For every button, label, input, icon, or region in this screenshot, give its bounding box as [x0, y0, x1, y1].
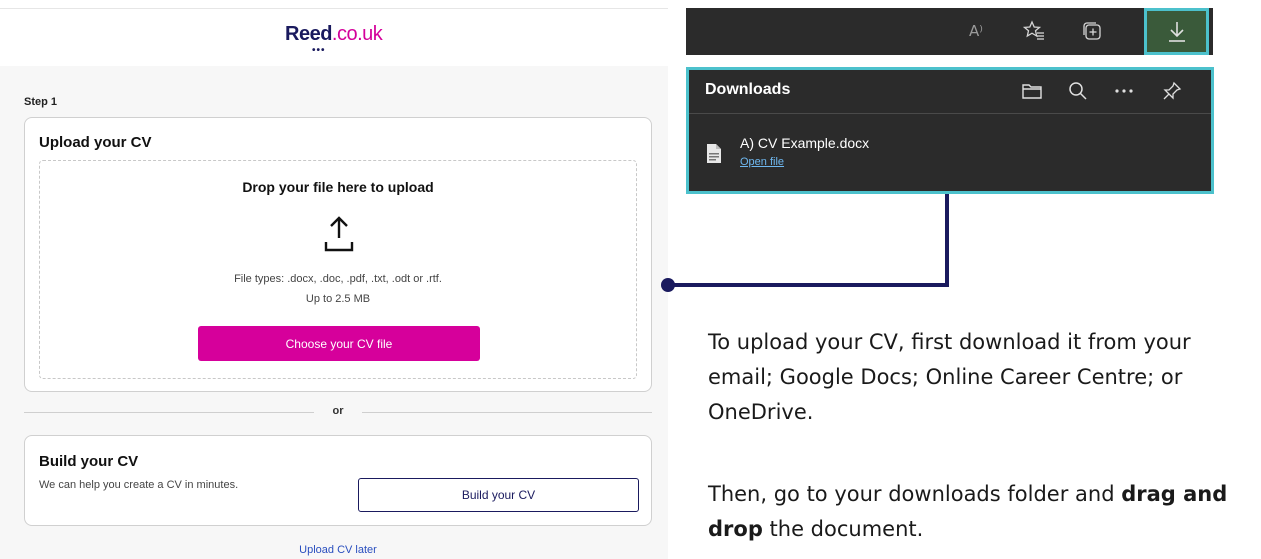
- downloads-icon[interactable]: [1144, 8, 1209, 55]
- instruction-drag-drop: Then, go to your downloads folder and dr…: [708, 482, 1228, 541]
- build-cv-title: Build your CV: [39, 453, 139, 470]
- connector-dot: [661, 278, 675, 292]
- or-label: or: [332, 405, 344, 417]
- divider-line: [362, 412, 652, 413]
- build-cv-card: Build your CV We can help you create a C…: [24, 435, 652, 526]
- pin-icon[interactable]: [1159, 79, 1185, 103]
- site-header: Reed.co.uk •••: [0, 8, 668, 66]
- search-icon[interactable]: [1065, 79, 1091, 103]
- build-cv-description: We can help you create a CV in minutes.: [39, 479, 239, 491]
- folder-icon[interactable]: [1019, 79, 1045, 103]
- or-divider: or: [24, 404, 652, 420]
- favorites-icon[interactable]: [1021, 18, 1047, 44]
- drop-zone-title: Drop your file here to upload: [242, 179, 434, 195]
- upload-icon: [324, 216, 354, 252]
- collections-icon[interactable]: [1079, 18, 1105, 44]
- downloads-title: Downloads: [705, 81, 791, 98]
- logo-dots: •••: [312, 45, 326, 56]
- upload-cv-title: Upload your CV: [39, 134, 152, 151]
- reed-upload-panel: Reed.co.uk ••• Step 1 Upload your CV Dro…: [0, 0, 668, 559]
- upload-later-link[interactable]: Upload CV later: [0, 544, 676, 556]
- download-file-name: A) CV Example.docx: [740, 135, 870, 151]
- read-aloud-icon[interactable]: A⁾: [963, 18, 989, 44]
- choose-cv-file-button[interactable]: Choose your CV file: [198, 326, 480, 361]
- file-types-text: File types: .docx, .doc, .pdf, .txt, .od…: [234, 273, 442, 285]
- file-drop-zone[interactable]: Drop your file here to upload File types…: [39, 160, 637, 379]
- downloads-flyout: Downloads A) CV Example.docx Open file: [686, 67, 1214, 194]
- instruction-download: To upload your CV, first download it fro…: [708, 330, 1191, 424]
- open-file-link[interactable]: Open file: [740, 156, 784, 168]
- browser-toolbar: A⁾: [686, 8, 1213, 55]
- connector-line: [669, 283, 949, 287]
- reed-logo[interactable]: Reed.co.uk: [285, 23, 383, 46]
- upload-cv-card: Upload your CV Drop your file here to up…: [24, 117, 652, 392]
- connector-line: [945, 194, 949, 286]
- downloads-header: Downloads: [689, 70, 1211, 114]
- more-icon[interactable]: [1111, 79, 1137, 103]
- build-cv-button[interactable]: Build your CV: [358, 478, 639, 512]
- file-size-limit: Up to 2.5 MB: [305, 293, 371, 305]
- document-icon: [707, 144, 721, 163]
- step-label: Step 1: [24, 96, 58, 108]
- download-item[interactable]: A) CV Example.docx Open file: [689, 114, 1211, 192]
